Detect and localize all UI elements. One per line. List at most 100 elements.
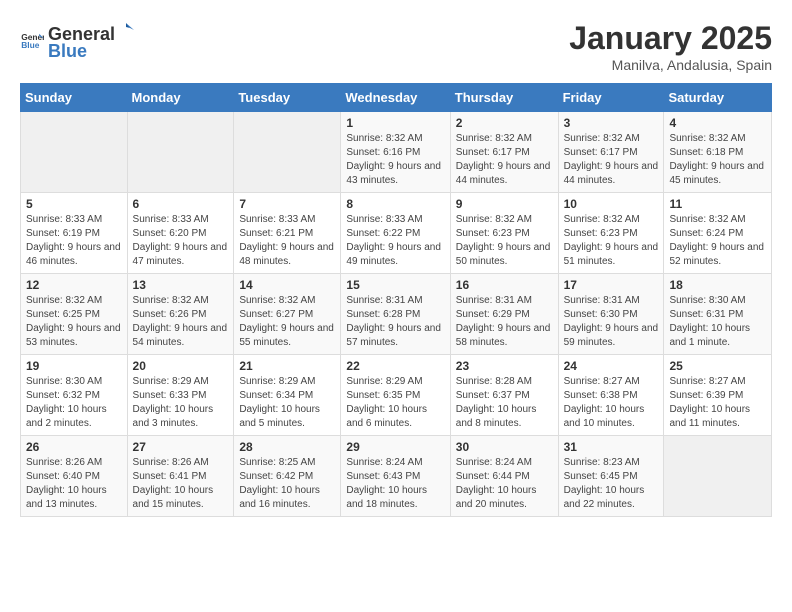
day-number: 15 [346,278,444,292]
title-area: January 2025 Manilva, Andalusia, Spain [569,20,772,73]
day-number: 5 [26,197,122,211]
day-info: Sunrise: 8:31 AM Sunset: 6:29 PM Dayligh… [456,294,553,350]
calendar-subtitle: Manilva, Andalusia, Spain [569,57,772,73]
calendar-cell: 6 Sunrise: 8:33 AM Sunset: 6:20 PM Daylig… [127,193,234,274]
calendar-cell: 14Sunrise: 8:32 AM Sunset: 6:27 PM Dayli… [234,274,341,355]
day-number: 25 [669,359,766,373]
day-number: 6 [133,197,229,211]
day-info: Sunrise: 8:28 AM Sunset: 6:37 PM Dayligh… [456,375,553,431]
day-info: Sunrise: 8:32 AM Sunset: 6:27 PM Dayligh… [239,294,335,350]
calendar-cell: 1 Sunrise: 8:32 AM Sunset: 6:16 PM Daylig… [341,112,450,193]
day-info: Sunrise: 8:33 AM Sunset: 6:19 PM Dayligh… [26,213,122,269]
calendar-week-2: 5 Sunrise: 8:33 AM Sunset: 6:19 PM Daylig… [21,193,772,274]
calendar-cell: 17 Sunrise: 8:31 AM Sunset: 6:30 PM Dayli… [558,274,664,355]
calendar-cell: 24Sunrise: 8:27 AM Sunset: 6:38 PM Dayli… [558,355,664,436]
calendar-header-row: SundayMondayTuesdayWednesdayThursdayFrid… [21,84,772,112]
header-monday: Monday [127,84,234,112]
day-info: Sunrise: 8:32 AM Sunset: 6:26 PM Dayligh… [133,294,229,350]
header-thursday: Thursday [450,84,558,112]
calendar-week-3: 12 Sunrise: 8:32 AM Sunset: 6:25 PM Dayli… [21,274,772,355]
calendar-cell [664,436,772,517]
day-number: 20 [133,359,229,373]
day-info: Sunrise: 8:32 AM Sunset: 6:23 PM Dayligh… [564,213,659,269]
day-number: 29 [346,440,444,454]
day-info: Sunrise: 8:32 AM Sunset: 6:25 PM Dayligh… [26,294,122,350]
calendar-cell: 21Sunrise: 8:29 AM Sunset: 6:34 PM Dayli… [234,355,341,436]
day-number: 24 [564,359,659,373]
header-sunday: Sunday [21,84,128,112]
calendar-cell: 23Sunrise: 8:28 AM Sunset: 6:37 PM Dayli… [450,355,558,436]
day-info: Sunrise: 8:32 AM Sunset: 6:16 PM Dayligh… [346,132,444,188]
calendar-cell: 9Sunrise: 8:32 AM Sunset: 6:23 PM Daylig… [450,193,558,274]
day-number: 22 [346,359,444,373]
day-number: 2 [456,116,553,130]
day-info: Sunrise: 8:32 AM Sunset: 6:17 PM Dayligh… [564,132,659,188]
day-number: 19 [26,359,122,373]
calendar-cell: 18 Sunrise: 8:30 AM Sunset: 6:31 PM Dayli… [664,274,772,355]
day-number: 4 [669,116,766,130]
logo: General Blue General Blue [20,20,136,62]
day-info: Sunrise: 8:33 AM Sunset: 6:20 PM Dayligh… [133,213,229,269]
calendar-cell: 8 Sunrise: 8:33 AM Sunset: 6:22 PM Daylig… [341,193,450,274]
calendar-cell: 2 Sunrise: 8:32 AM Sunset: 6:17 PM Daylig… [450,112,558,193]
svg-text:Blue: Blue [21,40,40,50]
day-info: Sunrise: 8:25 AM Sunset: 6:42 PM Dayligh… [239,456,335,512]
calendar-cell: 29Sunrise: 8:24 AM Sunset: 6:43 PM Dayli… [341,436,450,517]
day-info: Sunrise: 8:29 AM Sunset: 6:35 PM Dayligh… [346,375,444,431]
calendar-cell: 5 Sunrise: 8:33 AM Sunset: 6:19 PM Daylig… [21,193,128,274]
day-number: 28 [239,440,335,454]
day-number: 1 [346,116,444,130]
day-info: Sunrise: 8:32 AM Sunset: 6:24 PM Dayligh… [669,213,766,269]
calendar-cell: 12 Sunrise: 8:32 AM Sunset: 6:25 PM Dayli… [21,274,128,355]
calendar-week-4: 19 Sunrise: 8:30 AM Sunset: 6:32 PM Dayli… [21,355,772,436]
day-info: Sunrise: 8:33 AM Sunset: 6:22 PM Dayligh… [346,213,444,269]
day-info: Sunrise: 8:30 AM Sunset: 6:32 PM Dayligh… [26,375,122,431]
day-info: Sunrise: 8:23 AM Sunset: 6:45 PM Dayligh… [564,456,659,512]
calendar-cell: 7Sunrise: 8:33 AM Sunset: 6:21 PM Daylig… [234,193,341,274]
day-number: 30 [456,440,553,454]
calendar-cell [234,112,341,193]
day-number: 12 [26,278,122,292]
header: General Blue General Blue January 2025 M… [20,20,772,73]
logo-icon: General Blue [20,29,44,53]
day-number: 3 [564,116,659,130]
day-number: 26 [26,440,122,454]
calendar-title: January 2025 [569,20,772,57]
day-info: Sunrise: 8:30 AM Sunset: 6:31 PM Dayligh… [669,294,766,350]
day-number: 8 [346,197,444,211]
calendar-cell: 10 Sunrise: 8:32 AM Sunset: 6:23 PM Dayli… [558,193,664,274]
day-number: 13 [133,278,229,292]
header-saturday: Saturday [664,84,772,112]
day-info: Sunrise: 8:31 AM Sunset: 6:30 PM Dayligh… [564,294,659,350]
day-number: 9 [456,197,553,211]
calendar-cell: 16 Sunrise: 8:31 AM Sunset: 6:29 PM Dayli… [450,274,558,355]
day-number: 16 [456,278,553,292]
day-info: Sunrise: 8:32 AM Sunset: 6:17 PM Dayligh… [456,132,553,188]
header-friday: Friday [558,84,664,112]
calendar-cell: 30Sunrise: 8:24 AM Sunset: 6:44 PM Dayli… [450,436,558,517]
day-info: Sunrise: 8:29 AM Sunset: 6:33 PM Dayligh… [133,375,229,431]
day-info: Sunrise: 8:32 AM Sunset: 6:18 PM Dayligh… [669,132,766,188]
calendar-cell [21,112,128,193]
header-tuesday: Tuesday [234,84,341,112]
calendar-week-1: 1 Sunrise: 8:32 AM Sunset: 6:16 PM Daylig… [21,112,772,193]
calendar-cell: 11Sunrise: 8:32 AM Sunset: 6:24 PM Dayli… [664,193,772,274]
calendar-cell: 31Sunrise: 8:23 AM Sunset: 6:45 PM Dayli… [558,436,664,517]
day-number: 18 [669,278,766,292]
calendar-week-5: 26 Sunrise: 8:26 AM Sunset: 6:40 PM Dayli… [21,436,772,517]
day-info: Sunrise: 8:26 AM Sunset: 6:41 PM Dayligh… [133,456,229,512]
calendar-cell: 15Sunrise: 8:31 AM Sunset: 6:28 PM Dayli… [341,274,450,355]
day-number: 17 [564,278,659,292]
calendar-cell: 25 Sunrise: 8:27 AM Sunset: 6:39 PM Dayli… [664,355,772,436]
calendar-table: SundayMondayTuesdayWednesdayThursdayFrid… [20,83,772,517]
logo-bird-icon [116,20,136,40]
calendar-cell: 26 Sunrise: 8:26 AM Sunset: 6:40 PM Dayli… [21,436,128,517]
day-number: 10 [564,197,659,211]
day-info: Sunrise: 8:26 AM Sunset: 6:40 PM Dayligh… [26,456,122,512]
day-number: 27 [133,440,229,454]
calendar-cell: 27 Sunrise: 8:26 AM Sunset: 6:41 PM Dayli… [127,436,234,517]
calendar-cell: 3 Sunrise: 8:32 AM Sunset: 6:17 PM Daylig… [558,112,664,193]
day-info: Sunrise: 8:27 AM Sunset: 6:39 PM Dayligh… [669,375,766,431]
calendar-cell: 19 Sunrise: 8:30 AM Sunset: 6:32 PM Dayli… [21,355,128,436]
day-number: 21 [239,359,335,373]
